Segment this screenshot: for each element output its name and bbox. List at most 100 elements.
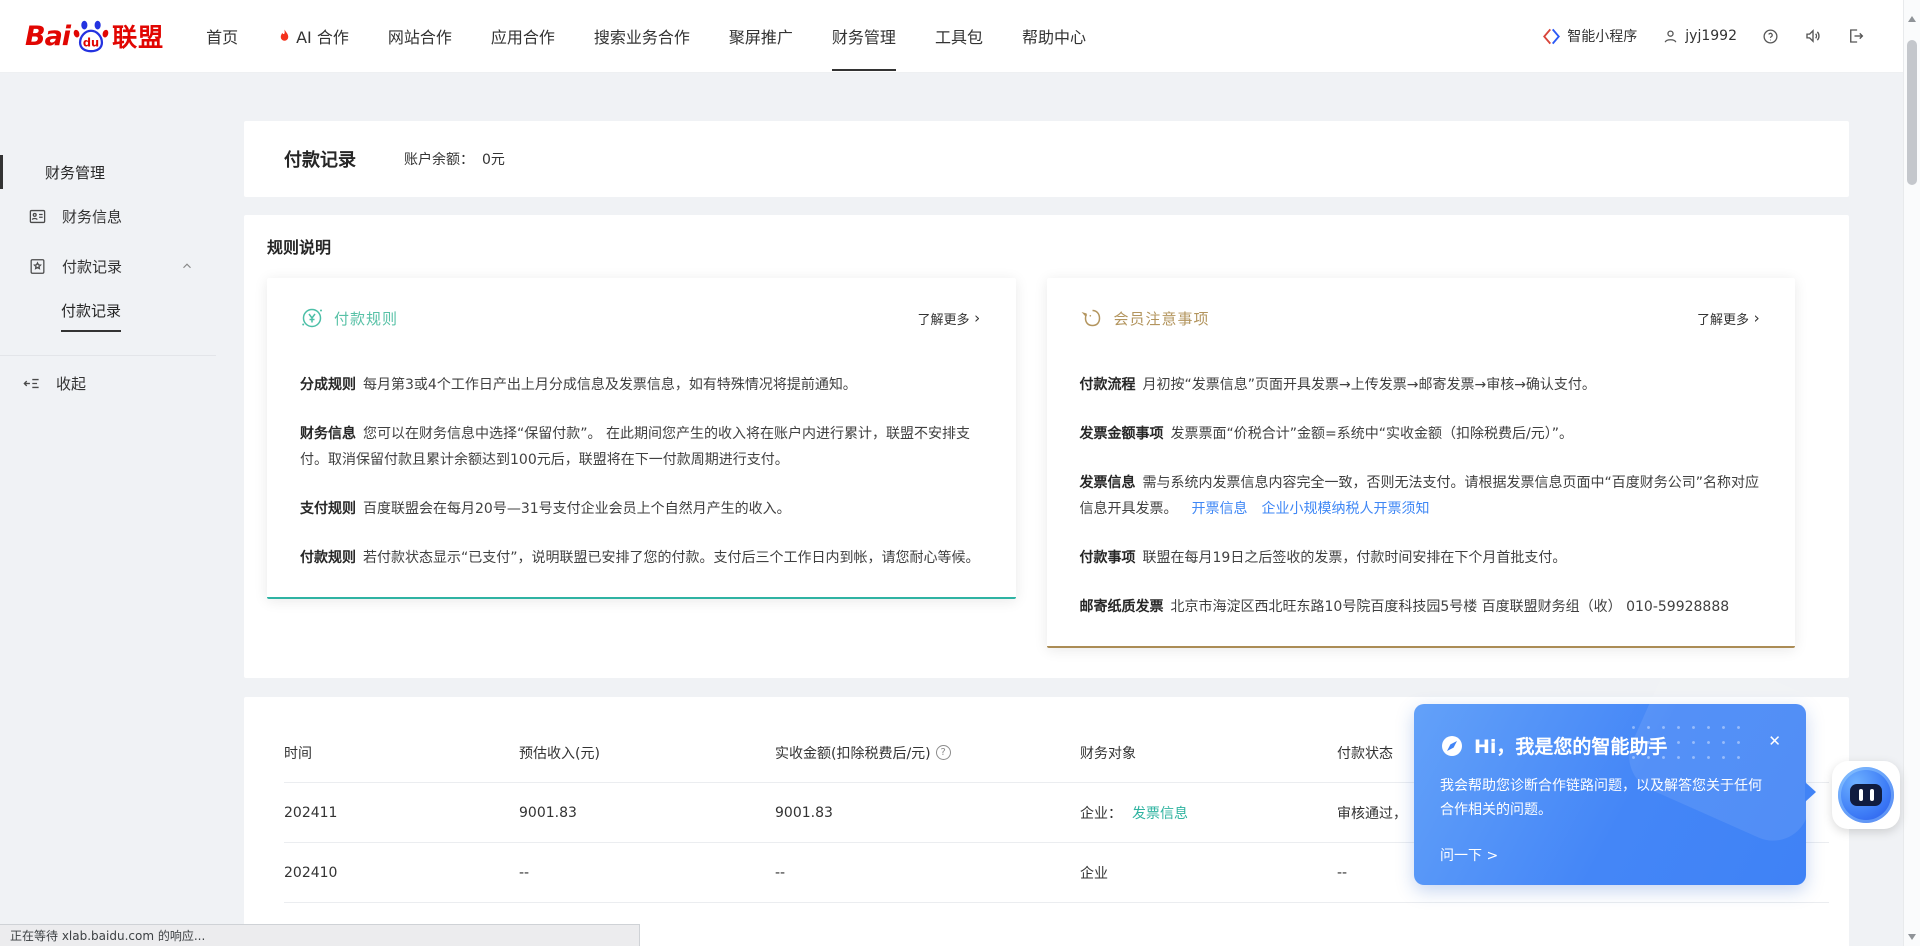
miniapp-icon	[1542, 27, 1561, 46]
popup-arrow	[1805, 782, 1816, 802]
browser-status-bar: 正在等待 xlab.baidu.com 的响应...	[0, 924, 640, 946]
sidebar-collapse-label: 收起	[56, 373, 86, 394]
rule-label: 财务信息	[300, 426, 356, 442]
rule-label: 支付规则	[300, 501, 356, 517]
rule-paragraph: 财务信息您可以在财务信息中选择“保留付款”。 在此期间您产生的收入将在账户内进行…	[300, 421, 982, 473]
sidebar: 财务管理 财务信息 付款记录 付款记录	[0, 73, 244, 946]
rule-text: 您可以在财务信息中选择“保留付款”。 在此期间您产生的收入将在账户内进行累计，联…	[300, 426, 970, 468]
assistant-message: 我会帮助您诊断合作链路问题，以及解答您关于任何合作相关的问题。	[1440, 774, 1762, 822]
flame-icon	[277, 28, 292, 44]
sidebar-subitem-payment-records[interactable]: 付款记录	[0, 291, 244, 341]
cell-estimated: 9001.83	[519, 805, 775, 821]
logout-icon[interactable]	[1847, 27, 1865, 45]
payment-rules-more-link[interactable]: 了解更多›	[917, 309, 981, 328]
more-label: 了解更多	[917, 309, 969, 328]
nav-app-coop[interactable]: 应用合作	[491, 0, 555, 72]
scrollbar[interactable]	[1903, 0, 1920, 946]
robot-avatar[interactable]	[1832, 761, 1900, 829]
col-estimated-income: 预估收入(元)	[519, 743, 775, 763]
robot-eye	[1870, 789, 1874, 801]
nav-ai-coop[interactable]: AI 合作	[277, 0, 349, 72]
rule-text: 若付款状态显示“已支付”，说明联盟已安排了您的付款。支付后三个工作日内到帐，请您…	[363, 550, 980, 566]
close-icon[interactable]: ✕	[1768, 734, 1781, 749]
scrollbar-thumb[interactable]	[1907, 40, 1917, 185]
rule-paragraph: 发票信息需与系统内发票信息内容完全一致，否则无法支付。请根据发票信息页面中“百度…	[1080, 470, 1762, 522]
rule-text: 月初按“发票信息”页面开具发票→上传发票→邮寄发票→审核→确认支付。	[1143, 377, 1596, 393]
col-finance-object: 财务对象	[1080, 743, 1337, 763]
nav-home[interactable]: 首页	[206, 0, 238, 72]
sidebar-item-finance-info[interactable]: 财务信息	[0, 191, 244, 241]
nav-juping[interactable]: 聚屏推广	[729, 0, 793, 72]
page: Bai du 联盟 首页 AI 合作 网站合作	[0, 0, 1920, 946]
account-balance: 账户余额：0元	[404, 149, 505, 169]
more-label: 了解更多	[1697, 309, 1749, 328]
rule-label: 邮寄纸质发票	[1080, 599, 1164, 615]
col-actual-amount-label: 实收金额(扣除税费后/元)	[775, 743, 931, 763]
rule-paragraph: 分成规则每月第3或4个工作日产出上月分成信息及发票信息，如有特殊情况将提前通知。	[300, 372, 982, 398]
sidebar-section-finance[interactable]: 财务管理	[0, 153, 244, 191]
username-label: jyj1992	[1685, 28, 1737, 44]
small-taxpayer-notice-link[interactable]: 企业小规模纳税人开票须知	[1262, 501, 1430, 517]
rule-label: 付款事项	[1080, 550, 1136, 566]
top-nav: Bai du 联盟 首页 AI 合作 网站合作	[0, 0, 1920, 73]
member-notice-card: 会员注意事项 了解更多› 付款流程月初按“发票信息”页面开具发票→上传发票→邮寄…	[1047, 278, 1796, 648]
rule-paragraph: 付款事项联盟在每月19日之后签收的发票，付款时间安排在下个月首批支付。	[1080, 545, 1762, 571]
rule-text: 联盟在每月19日之后签收的发票，付款时间安排在下个月首批支付。	[1143, 550, 1567, 566]
cell-finance-object: 企业： 发票信息	[1080, 803, 1337, 823]
scroll-down-icon[interactable]	[1908, 934, 1916, 940]
rule-text: 每月第3或4个工作日产出上月分成信息及发票信息，如有特殊情况将提前通知。	[363, 377, 857, 393]
member-notice-more-link[interactable]: 了解更多›	[1697, 309, 1761, 328]
cell-time: 202410	[284, 865, 519, 881]
balance-label: 账户余额：	[404, 152, 474, 168]
logo-text-bai: Bai	[25, 21, 70, 52]
rule-text: 发票票面“价税合计”金额=系统中“实收金额（扣除税费后/元）”。	[1171, 426, 1573, 442]
compass-icon	[1440, 734, 1464, 758]
nav-toolkit[interactable]: 工具包	[935, 0, 983, 72]
miniapp-entry[interactable]: 智能小程序	[1542, 26, 1637, 46]
cell-estimated: --	[519, 865, 775, 881]
invoice-info-table-link[interactable]: 发票信息	[1132, 803, 1188, 823]
help-icon[interactable]	[1762, 28, 1779, 45]
svg-text:du: du	[83, 35, 99, 49]
nav-website-coop[interactable]: 网站合作	[388, 0, 452, 72]
sound-icon[interactable]	[1804, 27, 1822, 45]
status-text: 正在等待 xlab.baidu.com 的响应...	[10, 927, 205, 944]
user-entry[interactable]: jyj1992	[1662, 28, 1737, 45]
rule-label: 分成规则	[300, 377, 356, 393]
nav-ai-coop-label: AI 合作	[296, 24, 349, 48]
chevron-right-icon: ›	[1752, 309, 1761, 327]
sidebar-item-payment-records[interactable]: 付款记录	[0, 241, 244, 291]
rule-text: 北京市海淀区西北旺东路10号院百度科技园5号楼 百度联盟财务组（收） 010-5…	[1171, 599, 1730, 615]
sidebar-collapse-button[interactable]: 收起	[0, 356, 244, 410]
sidebar-item-finance-info-label: 财务信息	[62, 206, 244, 227]
chevron-right-icon: ›	[972, 309, 981, 327]
member-icon	[1080, 306, 1104, 330]
rules-title: 规则说明	[244, 238, 1849, 258]
ask-now-link[interactable]: 问一下 >	[1440, 845, 1498, 865]
rule-paragraph: 发票金额事项发票票面“价税合计”金额=系统中“实收金额（扣除税费后/元）”。	[1080, 421, 1762, 447]
col-actual-amount: 实收金额(扣除税费后/元) ?	[775, 743, 1080, 763]
nav-help-center[interactable]: 帮助中心	[1022, 0, 1086, 72]
member-notice-title: 会员注意事项	[1114, 308, 1210, 329]
nav-finance-management[interactable]: 财务管理	[832, 0, 896, 72]
collapse-icon	[22, 374, 41, 393]
col-time: 时间	[284, 743, 519, 763]
sidebar-item-payment-records-label: 付款记录	[62, 256, 165, 277]
rule-label: 发票信息	[1080, 475, 1136, 491]
question-circle-icon[interactable]: ?	[936, 745, 951, 760]
scroll-up-icon[interactable]	[1908, 16, 1916, 22]
chevron-up-icon	[180, 259, 194, 273]
main-nav: 首页 AI 合作 网站合作 应用合作 搜索业务合作 聚屏推广 财务管理 工具包 …	[206, 0, 1542, 72]
rule-label: 发票金额事项	[1080, 426, 1164, 442]
baidu-paw-icon: du	[72, 17, 110, 55]
rules-section: 规则说明 付款规则 了解更多›	[244, 215, 1849, 678]
entity-label: 企业：	[1080, 803, 1122, 823]
rule-paragraph: 付款流程月初按“发票信息”页面开具发票→上传发票→邮寄发票→审核→确认支付。	[1080, 372, 1762, 398]
rule-paragraph: 支付规则百度联盟会在每月20号—31号支付企业会员上个自然月产生的收入。	[300, 496, 982, 522]
page-title: 付款记录	[284, 146, 356, 172]
payment-rules-card: 付款规则 了解更多› 分成规则每月第3或4个工作日产出上月分成信息及发票信息，如…	[267, 278, 1016, 599]
nav-search-coop[interactable]: 搜索业务合作	[594, 0, 690, 72]
invoice-info-link[interactable]: 开票信息	[1192, 501, 1248, 517]
baidu-union-logo[interactable]: Bai du 联盟	[25, 0, 164, 72]
sidebar-section-label: 财务管理	[45, 162, 105, 183]
